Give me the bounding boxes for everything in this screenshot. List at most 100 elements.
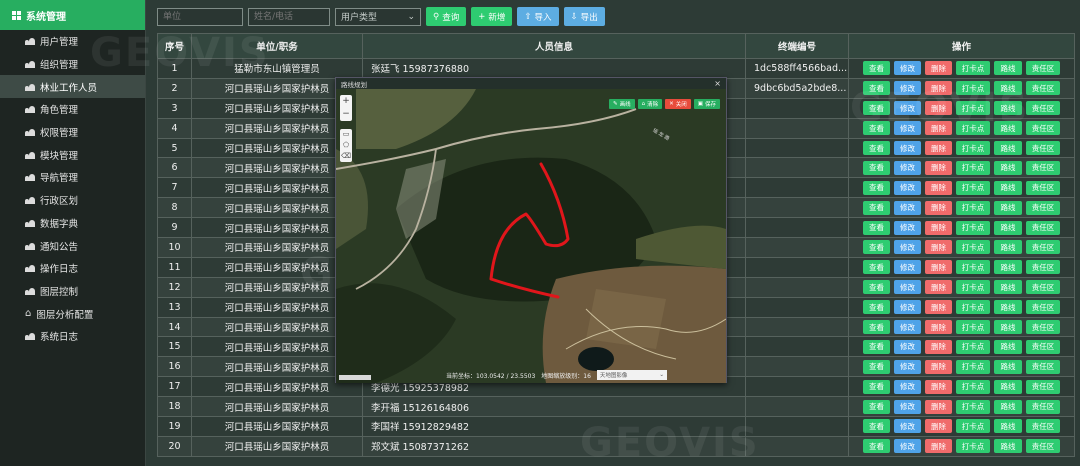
user-type-select[interactable]: 用户类型 ⌄ bbox=[335, 7, 421, 26]
eraser-icon[interactable]: ⌫ bbox=[341, 151, 351, 162]
edit-button[interactable]: 修改 bbox=[894, 280, 921, 295]
zone-button[interactable]: 责任区 bbox=[1026, 280, 1060, 295]
edit-button[interactable]: 修改 bbox=[894, 141, 921, 155]
route-button[interactable]: 路线 bbox=[994, 280, 1022, 295]
edit-button[interactable]: 修改 bbox=[894, 220, 921, 235]
zone-button[interactable]: 责任区 bbox=[1026, 439, 1060, 454]
save-button[interactable]: ▣ 保存 bbox=[693, 99, 720, 109]
view-button[interactable]: 查看 bbox=[863, 419, 890, 434]
delete-button[interactable]: 删除 bbox=[925, 200, 952, 215]
view-button[interactable]: 查看 bbox=[863, 101, 890, 116]
query-button[interactable]: ⚲ 查询 bbox=[426, 7, 467, 26]
delete-button[interactable]: 删除 bbox=[925, 359, 952, 374]
route-button[interactable]: 路线 bbox=[994, 240, 1022, 255]
checkin-point-button[interactable]: 打卡点 bbox=[956, 339, 990, 354]
edit-button[interactable]: 修改 bbox=[894, 81, 921, 96]
checkin-point-button[interactable]: 打卡点 bbox=[956, 359, 990, 374]
delete-button[interactable]: 删除 bbox=[925, 141, 952, 155]
clear-button[interactable]: ⌂ 清除 bbox=[637, 99, 663, 109]
view-button[interactable]: 查看 bbox=[863, 260, 890, 275]
checkin-point-button[interactable]: 打卡点 bbox=[956, 280, 990, 295]
delete-button[interactable]: 删除 bbox=[925, 399, 952, 414]
edit-button[interactable]: 修改 bbox=[894, 339, 921, 354]
sidebar-item[interactable]: 系统日志 bbox=[0, 325, 145, 348]
route-button[interactable]: 路线 bbox=[994, 121, 1022, 136]
route-button[interactable]: 路线 bbox=[994, 359, 1022, 374]
delete-button[interactable]: 删除 bbox=[925, 320, 952, 335]
checkin-point-button[interactable]: 打卡点 bbox=[956, 399, 990, 414]
view-button[interactable]: 查看 bbox=[863, 359, 890, 374]
delete-button[interactable]: 删除 bbox=[925, 240, 952, 255]
checkin-point-button[interactable]: 打卡点 bbox=[956, 419, 990, 434]
checkin-point-button[interactable]: 打卡点 bbox=[956, 141, 990, 155]
sidebar-item[interactable]: 模块管理 bbox=[0, 143, 145, 166]
edit-button[interactable]: 修改 bbox=[894, 160, 921, 175]
edit-button[interactable]: 修改 bbox=[894, 240, 921, 255]
view-button[interactable]: 查看 bbox=[863, 121, 890, 136]
checkin-point-button[interactable]: 打卡点 bbox=[956, 220, 990, 235]
route-button[interactable]: 路线 bbox=[994, 399, 1022, 414]
delete-button[interactable]: 删除 bbox=[925, 160, 952, 175]
zone-button[interactable]: 责任区 bbox=[1026, 61, 1060, 76]
zone-button[interactable]: 责任区 bbox=[1026, 220, 1060, 235]
delete-button[interactable]: 删除 bbox=[925, 260, 952, 275]
zone-button[interactable]: 责任区 bbox=[1026, 240, 1060, 255]
edit-button[interactable]: 修改 bbox=[894, 101, 921, 116]
checkin-point-button[interactable]: 打卡点 bbox=[956, 260, 990, 275]
delete-button[interactable]: 删除 bbox=[925, 220, 952, 235]
edit-button[interactable]: 修改 bbox=[894, 320, 921, 335]
zone-button[interactable]: 责任区 bbox=[1026, 399, 1060, 414]
zoom-out-button[interactable]: − bbox=[342, 108, 350, 121]
edit-button[interactable]: 修改 bbox=[894, 300, 921, 315]
sidebar-item[interactable]: 林业工作人员 bbox=[0, 75, 145, 99]
name-phone-input[interactable] bbox=[248, 7, 330, 26]
route-button[interactable]: 路线 bbox=[994, 260, 1022, 275]
view-button[interactable]: 查看 bbox=[863, 220, 890, 235]
view-button[interactable]: 查看 bbox=[863, 160, 890, 175]
zone-button[interactable]: 责任区 bbox=[1026, 339, 1060, 354]
edit-button[interactable]: 修改 bbox=[894, 399, 921, 414]
ruler-icon[interactable]: ▭ bbox=[343, 129, 350, 140]
view-button[interactable]: 查看 bbox=[863, 320, 890, 335]
satellite-map[interactable]: 瑶 龙 路 + − ▭ ⬠ ⌫ ✎ 画线 ⌂ 清除 ✕ 关闭 ▣ 保存 当前坐标：103… bbox=[336, 89, 726, 383]
checkin-point-button[interactable]: 打卡点 bbox=[956, 300, 990, 315]
unit-input[interactable] bbox=[157, 7, 243, 26]
delete-button[interactable]: 删除 bbox=[925, 339, 952, 354]
zone-button[interactable]: 责任区 bbox=[1026, 260, 1060, 275]
basemap-select[interactable]: 天地图影像 ⌄ bbox=[596, 370, 667, 380]
route-button[interactable]: 路线 bbox=[994, 160, 1022, 175]
sidebar-item[interactable]: 图层控制 bbox=[0, 280, 145, 303]
delete-button[interactable]: 删除 bbox=[925, 81, 952, 96]
checkin-point-button[interactable]: 打卡点 bbox=[956, 180, 990, 195]
view-button[interactable]: 查看 bbox=[863, 61, 890, 76]
view-button[interactable]: 查看 bbox=[863, 379, 890, 394]
sidebar-item[interactable]: 权限管理 bbox=[0, 121, 145, 144]
route-button[interactable]: 路线 bbox=[994, 320, 1022, 335]
view-button[interactable]: 查看 bbox=[863, 339, 890, 354]
route-button[interactable]: 路线 bbox=[994, 439, 1022, 454]
edit-button[interactable]: 修改 bbox=[894, 439, 921, 454]
sidebar-item[interactable]: 行政区划 bbox=[0, 189, 145, 212]
zone-button[interactable]: 责任区 bbox=[1026, 121, 1060, 136]
zone-button[interactable]: 责任区 bbox=[1026, 320, 1060, 335]
sidebar-header[interactable]: 系统管理 bbox=[0, 0, 145, 30]
add-button[interactable]: + 新增 bbox=[471, 7, 513, 26]
delete-button[interactable]: 删除 bbox=[925, 280, 952, 295]
edit-button[interactable]: 修改 bbox=[894, 260, 921, 275]
view-button[interactable]: 查看 bbox=[863, 200, 890, 215]
zone-button[interactable]: 责任区 bbox=[1026, 81, 1060, 96]
route-button[interactable]: 路线 bbox=[994, 101, 1022, 116]
delete-button[interactable]: 删除 bbox=[925, 300, 952, 315]
view-button[interactable]: 查看 bbox=[863, 81, 890, 96]
route-button[interactable]: 路线 bbox=[994, 220, 1022, 235]
sidebar-item[interactable]: 用户管理 bbox=[0, 30, 145, 53]
delete-button[interactable]: 删除 bbox=[925, 61, 952, 76]
zone-button[interactable]: 责任区 bbox=[1026, 359, 1060, 374]
sidebar-item[interactable]: 组织管理 bbox=[0, 53, 145, 76]
zone-button[interactable]: 责任区 bbox=[1026, 180, 1060, 195]
checkin-point-button[interactable]: 打卡点 bbox=[956, 200, 990, 215]
route-button[interactable]: 路线 bbox=[994, 339, 1022, 354]
checkin-point-button[interactable]: 打卡点 bbox=[956, 61, 990, 76]
edit-button[interactable]: 修改 bbox=[894, 121, 921, 136]
edit-button[interactable]: 修改 bbox=[894, 359, 921, 374]
